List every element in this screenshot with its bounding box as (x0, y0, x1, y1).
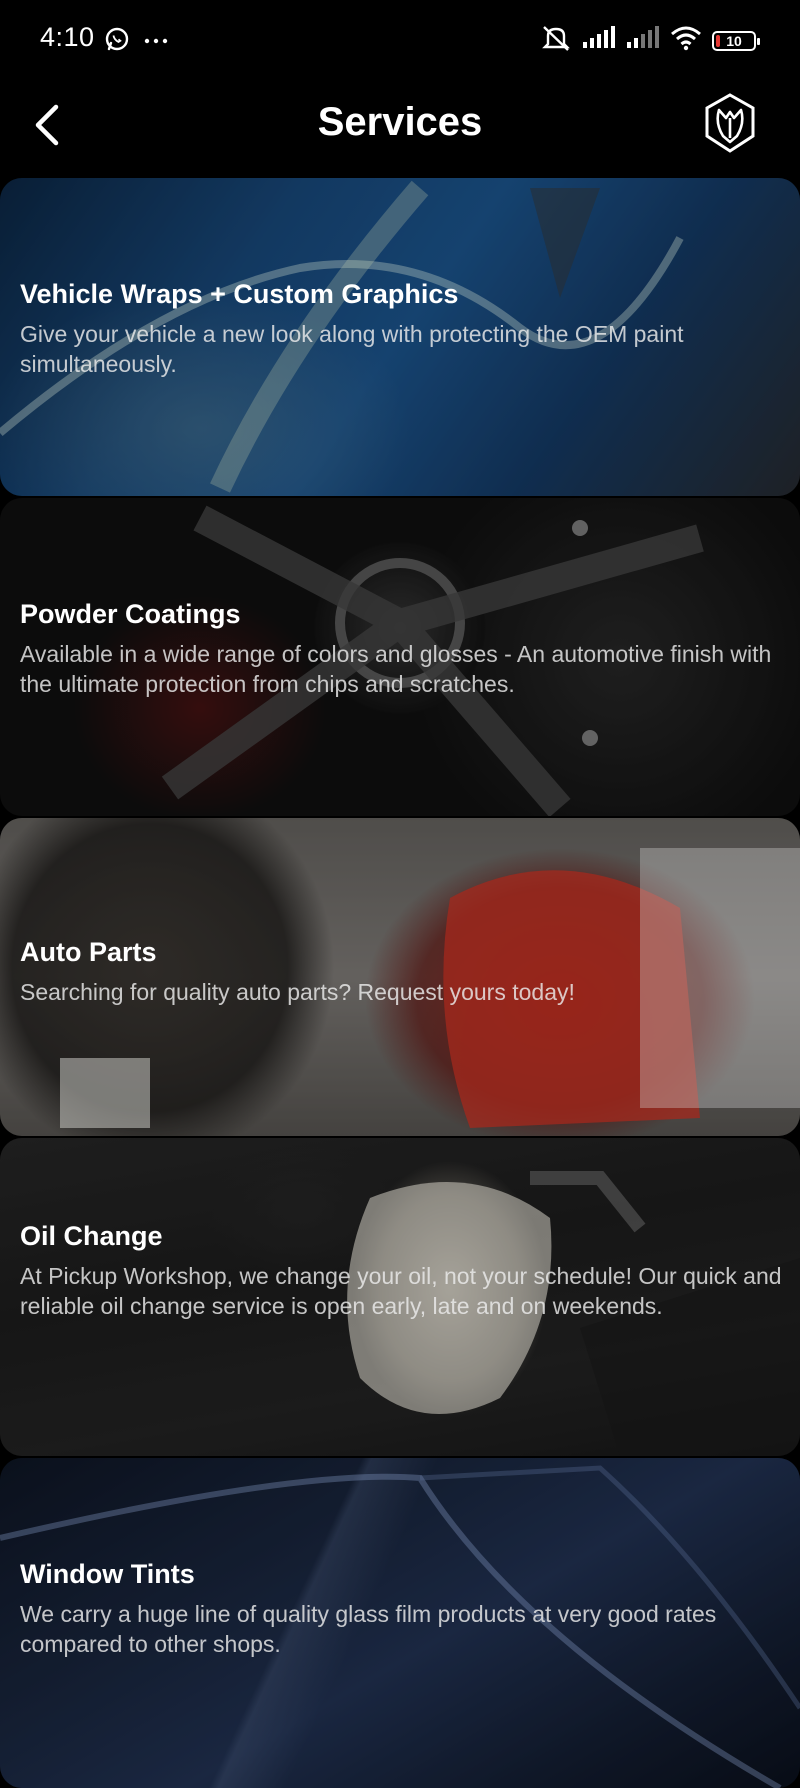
battery-level (716, 34, 720, 47)
status-bar: 4:10 10 (0, 0, 800, 80)
battery-icon: 10 (712, 30, 760, 51)
service-description: Available in a wide range of colors and … (20, 641, 772, 697)
card-content: Vehicle Wraps + Custom Graphics Give you… (20, 278, 782, 379)
brand-logo-button[interactable] (700, 90, 760, 156)
battery-percent: 10 (726, 32, 742, 49)
service-description: At Pickup Workshop, we change your oil, … (20, 1263, 782, 1319)
more-icon (144, 33, 168, 51)
whatsapp-icon (104, 26, 130, 57)
service-card-window-tints[interactable]: Window Tints We carry a huge line of qua… (0, 1458, 800, 1788)
wifi-icon (670, 25, 702, 56)
service-card-powder-coatings[interactable]: Powder Coatings Available in a wide rang… (0, 498, 800, 816)
status-time: 4:10 (40, 22, 95, 52)
service-description: Searching for quality auto parts? Reques… (20, 979, 575, 1006)
signal-icon (626, 26, 660, 55)
service-description: Give your vehicle a new look along with … (20, 321, 684, 377)
page-title: Services (317, 100, 483, 144)
service-card-vehicle-wraps[interactable]: Vehicle Wraps + Custom Graphics Give you… (0, 178, 800, 496)
service-description: We carry a huge line of quality glass fi… (20, 1601, 717, 1657)
service-title: Powder Coatings (20, 599, 241, 629)
app-header: Services (0, 80, 800, 180)
service-card-auto-parts[interactable]: Auto Parts Searching for quality auto pa… (0, 818, 800, 1136)
service-card-oil-change[interactable]: Oil Change At Pickup Workshop, we change… (0, 1138, 800, 1456)
brand-logo-icon (705, 93, 755, 153)
card-content: Powder Coatings Available in a wide rang… (20, 598, 782, 699)
card-content: Window Tints We carry a huge line of qua… (20, 1558, 782, 1659)
service-title: Oil Change (20, 1221, 163, 1251)
service-title: Auto Parts (20, 937, 157, 967)
status-left-icons (104, 26, 168, 57)
card-content: Oil Change At Pickup Workshop, we change… (20, 1220, 782, 1321)
service-title: Window Tints (20, 1559, 195, 1589)
card-content: Auto Parts Searching for quality auto pa… (20, 936, 782, 1008)
status-right-icons: 10 (540, 24, 760, 57)
service-title: Vehicle Wraps + Custom Graphics (20, 279, 459, 309)
silent-icon (540, 24, 572, 57)
signal-icon (582, 26, 616, 55)
